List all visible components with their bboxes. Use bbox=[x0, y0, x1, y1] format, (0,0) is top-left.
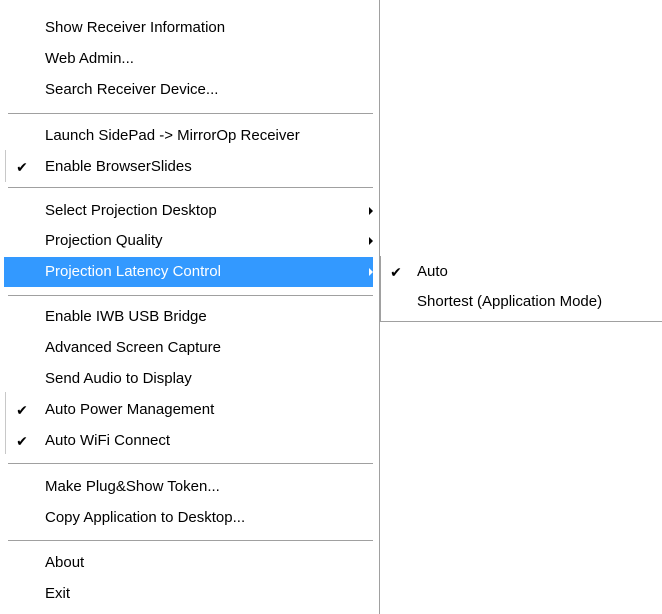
checkmark-icon: ✔ bbox=[16, 159, 28, 175]
submenu-arrow-icon bbox=[369, 268, 373, 276]
submenu-item-auto[interactable]: ✔ Auto bbox=[382, 257, 662, 287]
menu-item-projection-latency-control[interactable]: Projection Latency Control bbox=[4, 257, 373, 287]
menu-item-about[interactable]: About bbox=[4, 548, 373, 578]
menu-separator bbox=[8, 295, 373, 296]
menu-item-label: Web Admin... bbox=[45, 50, 134, 67]
menu-item-label: Enable BrowserSlides bbox=[45, 158, 192, 175]
menu-item-copy-application-to-desktop[interactable]: Copy Application to Desktop... bbox=[4, 503, 373, 533]
menu-item-projection-quality[interactable]: Projection Quality bbox=[4, 226, 373, 256]
menu-item-label: Launch SidePad -> MirrorOp Receiver bbox=[45, 127, 300, 144]
menu-item-label: Select Projection Desktop bbox=[45, 202, 217, 219]
menu-item-auto-wifi-connect[interactable]: ✔ Auto WiFi Connect bbox=[4, 426, 373, 456]
menu-item-auto-power-management[interactable]: ✔ Auto Power Management bbox=[4, 395, 373, 425]
menu-item-exit[interactable]: Exit bbox=[4, 579, 373, 609]
menu-item-enable-browserslides[interactable]: ✔ Enable BrowserSlides bbox=[4, 152, 373, 182]
menu-item-make-plug-show-token[interactable]: Make Plug&Show Token... bbox=[4, 472, 373, 502]
menu-item-label: Exit bbox=[45, 585, 71, 602]
submenu-item-shortest-application-mode[interactable]: Shortest (Application Mode) bbox=[382, 287, 662, 317]
menu-item-label: Enable IWB USB Bridge bbox=[45, 308, 207, 325]
submenu-item-label: Auto bbox=[417, 263, 448, 280]
menu-item-search-receiver-device[interactable]: Search Receiver Device... bbox=[4, 75, 373, 105]
menu-item-enable-iwb-usb-bridge[interactable]: Enable IWB USB Bridge bbox=[4, 302, 373, 332]
checkmark-icon: ✔ bbox=[16, 433, 28, 449]
checkmark-icon: ✔ bbox=[390, 264, 402, 280]
menu-item-select-projection-desktop[interactable]: Select Projection Desktop bbox=[4, 196, 373, 226]
submenu-item-label: Shortest (Application Mode) bbox=[417, 293, 603, 310]
menu-item-label: Copy Application to Desktop... bbox=[45, 509, 246, 526]
menu-item-label: Projection Quality bbox=[45, 232, 163, 249]
menu-item-label: Make Plug&Show Token... bbox=[45, 478, 220, 495]
menu-item-send-audio-to-display[interactable]: Send Audio to Display bbox=[4, 364, 373, 394]
menu-item-label: Auto Power Management bbox=[45, 401, 215, 418]
menu-item-label: Auto WiFi Connect bbox=[45, 432, 171, 449]
menu-separator bbox=[8, 463, 373, 464]
menu-item-label: Search Receiver Device... bbox=[45, 81, 219, 98]
menu-item-web-admin[interactable]: Web Admin... bbox=[4, 44, 373, 74]
menu-item-label: About bbox=[45, 554, 85, 571]
menu-separator bbox=[8, 540, 373, 541]
menu-item-launch-sidepad[interactable]: Launch SidePad -> MirrorOp Receiver bbox=[4, 121, 373, 151]
context-menu: Show Receiver Information Web Admin... S… bbox=[0, 0, 380, 614]
latency-submenu: ✔ Auto Shortest (Application Mode) bbox=[380, 256, 662, 322]
menu-separator bbox=[8, 113, 373, 114]
menu-item-advanced-screen-capture[interactable]: Advanced Screen Capture bbox=[4, 333, 373, 363]
checkmark-icon: ✔ bbox=[16, 402, 28, 418]
menu-item-show-receiver-information[interactable]: Show Receiver Information bbox=[4, 13, 373, 43]
menu-item-label: Show Receiver Information bbox=[45, 19, 226, 36]
menu-item-label: Send Audio to Display bbox=[45, 370, 192, 387]
submenu-arrow-icon bbox=[369, 207, 373, 215]
menu-item-label: Projection Latency Control bbox=[45, 263, 221, 280]
menu-item-label: Advanced Screen Capture bbox=[45, 339, 221, 356]
submenu-arrow-icon bbox=[369, 237, 373, 245]
menu-separator bbox=[8, 187, 373, 188]
